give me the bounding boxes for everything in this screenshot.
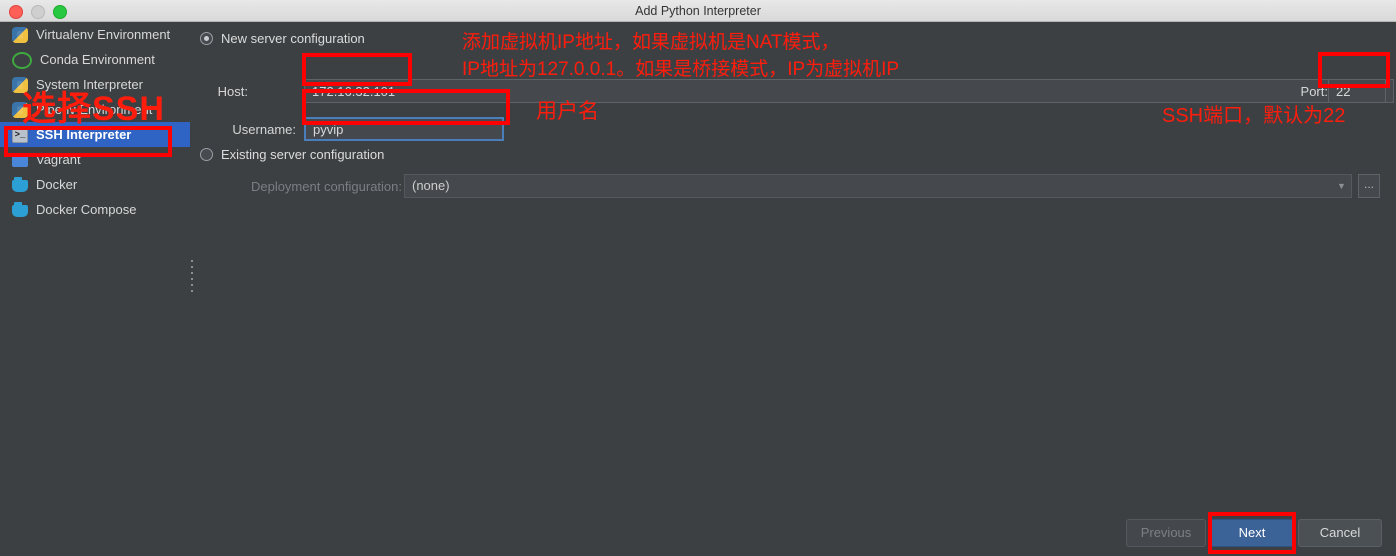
sidebar-item-ssh-interpreter[interactable]: >_ SSH Interpreter: [0, 122, 190, 147]
sidebar-item-label: Virtualenv Environment: [36, 27, 171, 42]
docker-whale-icon: [12, 201, 28, 217]
sidebar-item-docker-compose[interactable]: Docker Compose: [0, 197, 190, 222]
sidebar-item-vagrant[interactable]: Vagrant: [0, 147, 190, 172]
sidebar-item-label: Docker Compose: [36, 202, 137, 217]
deployment-configuration-value: (none): [412, 178, 450, 193]
host-label: Host:: [217, 84, 248, 99]
vagrant-square-icon: [12, 154, 28, 167]
previous-button[interactable]: Previous: [1126, 519, 1206, 547]
deployment-configuration-dropdown[interactable]: (none): [404, 174, 1352, 198]
new-server-configuration-radio[interactable]: New server configuration: [200, 31, 365, 46]
sidebar-item-label: Pipenv Environment: [36, 102, 153, 117]
sidebar-item-conda-environment[interactable]: Conda Environment: [0, 47, 190, 72]
new-server-configuration-label: New server configuration: [221, 31, 365, 46]
cancel-button[interactable]: Cancel: [1298, 519, 1382, 547]
conda-circle-icon: [12, 51, 32, 69]
sidebar-item-docker[interactable]: Docker: [0, 172, 190, 197]
sidebar-item-virtualenv-environment[interactable]: Virtualenv Environment: [0, 22, 190, 47]
radio-indicator-icon: [200, 32, 213, 45]
window-titlebar: Add Python Interpreter: [0, 0, 1396, 22]
username-input[interactable]: [304, 117, 504, 141]
window-title: Add Python Interpreter: [635, 4, 761, 18]
sidebar-item-label: SSH Interpreter: [36, 127, 132, 142]
host-input[interactable]: [304, 79, 1394, 103]
existing-server-configuration-radio[interactable]: Existing server configuration: [200, 147, 384, 162]
sidebar-item-pipenv-environment[interactable]: Pipenv Environment: [0, 97, 190, 122]
sidebar-item-label: System Interpreter: [36, 77, 143, 92]
deployment-configuration-label: Deployment configuration:: [250, 179, 402, 194]
dialog-body: Virtualenv Environment Conda Environment…: [0, 22, 1396, 556]
deployment-browse-button[interactable]: ...: [1358, 174, 1380, 198]
sidebar-item-system-interpreter[interactable]: System Interpreter: [0, 72, 190, 97]
port-label: Port:: [1300, 84, 1328, 99]
port-input[interactable]: [1328, 79, 1386, 103]
python-icon: [12, 26, 28, 43]
interpreter-type-sidebar: Virtualenv Environment Conda Environment…: [0, 22, 190, 556]
pane-splitter-handle[interactable]: [189, 260, 195, 292]
sidebar-item-label: Conda Environment: [40, 52, 155, 67]
chevron-down-icon[interactable]: ▼: [1337, 181, 1346, 191]
server-configuration-pane: New server configuration Host: Port: Use…: [196, 22, 1396, 556]
username-label: Username:: [232, 122, 296, 137]
python-icon: [12, 76, 28, 93]
python-icon: [12, 101, 28, 118]
docker-whale-icon: [12, 176, 28, 192]
add-python-interpreter-dialog: Add Python Interpreter Virtualenv Enviro…: [0, 0, 1396, 556]
existing-server-configuration-label: Existing server configuration: [221, 147, 385, 162]
radio-indicator-icon: [200, 148, 213, 161]
terminal-icon: >_: [12, 126, 28, 143]
sidebar-item-label: Vagrant: [36, 152, 81, 167]
next-button[interactable]: Next: [1210, 519, 1294, 547]
sidebar-item-label: Docker: [36, 177, 78, 192]
